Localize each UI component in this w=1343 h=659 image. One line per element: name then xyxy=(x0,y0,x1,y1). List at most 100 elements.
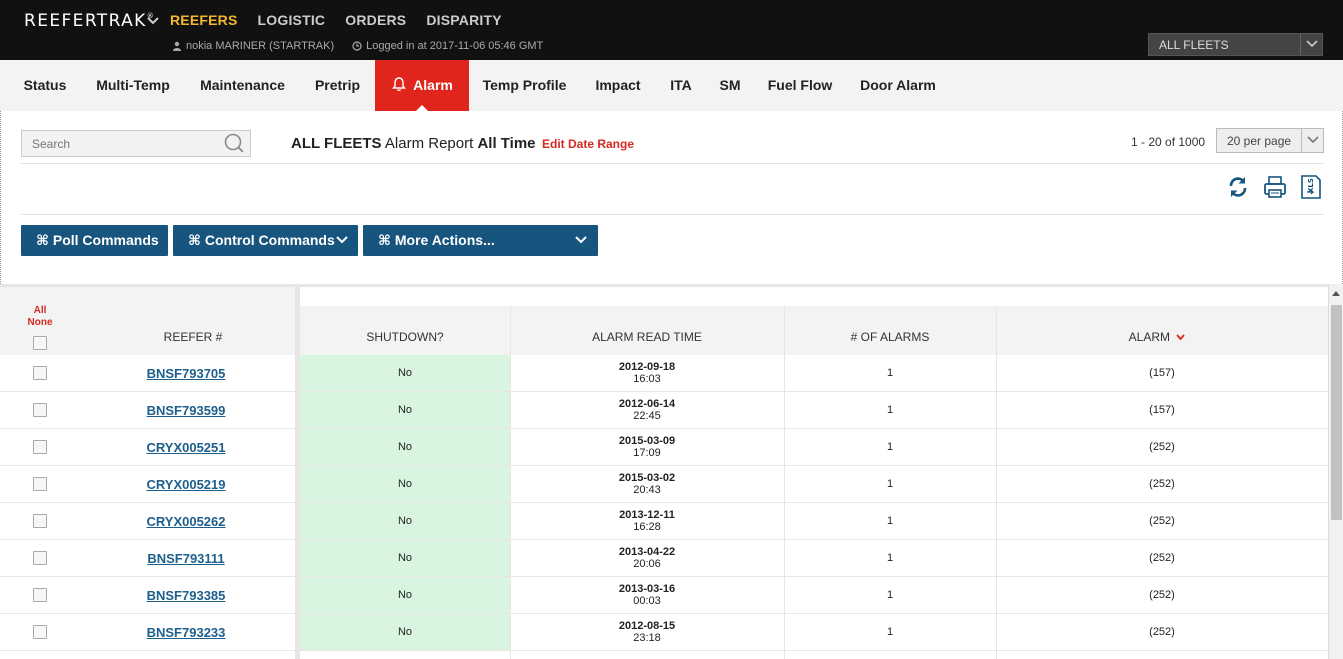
row-divider xyxy=(0,539,1328,540)
topnav-reefers[interactable]: REEFERS xyxy=(170,12,238,28)
edit-date-range-link[interactable]: Edit Date Range xyxy=(542,137,634,151)
alarm-read-clock: 00:03 xyxy=(633,595,661,607)
alarm-read-time: 2015-03-02 20:43 xyxy=(510,472,784,496)
tab-pretrip[interactable]: Pretrip xyxy=(305,60,370,111)
header-shutdown[interactable]: SHUTDOWN? xyxy=(300,330,510,344)
alarm-read-time: 2013-12-11 16:28 xyxy=(510,509,784,533)
alarm-read-clock: 16:28 xyxy=(633,521,661,533)
row-checkbox[interactable] xyxy=(33,440,47,454)
reefer-link[interactable]: CRYX005251 xyxy=(136,440,236,455)
alarm-count: 1 xyxy=(886,404,894,416)
alarm-code: (157) xyxy=(1149,367,1175,379)
scrollbar-thumb[interactable] xyxy=(1331,305,1342,520)
row-checkbox[interactable] xyxy=(33,403,47,417)
topnav-disparity[interactable]: DISPARITY xyxy=(426,12,501,28)
tab-alarm[interactable]: Alarm xyxy=(375,60,469,111)
tab-sm[interactable]: SM xyxy=(713,60,747,111)
tab-door-alarm[interactable]: Door Alarm xyxy=(852,60,944,111)
divider xyxy=(21,163,1324,164)
alarm-code: (252) xyxy=(1149,515,1175,527)
row-checkbox[interactable] xyxy=(33,366,47,380)
search-input[interactable] xyxy=(21,130,251,157)
xls-export-icon[interactable]: XLS xyxy=(1299,174,1323,200)
reefer-link[interactable]: BNSF793385 xyxy=(136,588,236,603)
tab-label: Multi-Temp xyxy=(96,77,170,93)
user-name: nokia MARINER (STARTRAK) xyxy=(186,40,335,52)
alarm-read-date: 2013-12-11 xyxy=(619,509,675,521)
tab-bar: Status Multi-Temp Maintenance Pretrip Al… xyxy=(0,60,1343,111)
select-all-link[interactable]: All xyxy=(24,305,56,317)
alarm-read-time: 2012-06-14 22:45 xyxy=(510,398,784,422)
alarm-count: 1 xyxy=(886,552,894,564)
select-none-link[interactable]: None xyxy=(24,317,56,329)
control-commands-label: ⌘ Control Commands xyxy=(188,232,335,248)
tab-multi-temp[interactable]: Multi-Temp xyxy=(86,60,180,111)
tab-label: Door Alarm xyxy=(860,77,936,93)
reefer-link[interactable]: BNSF793111 xyxy=(136,551,236,566)
tab-ita[interactable]: ITA xyxy=(663,60,699,111)
topnav-orders[interactable]: ORDERS xyxy=(345,12,406,28)
control-commands-button[interactable]: ⌘ Control Commands xyxy=(173,225,358,256)
row-checkbox[interactable] xyxy=(33,588,47,602)
alarm-read-clock: 20:06 xyxy=(633,558,661,570)
tab-fuel-flow[interactable]: Fuel Flow xyxy=(762,60,838,111)
vertical-scrollbar[interactable] xyxy=(1328,284,1343,659)
row-checkbox[interactable] xyxy=(33,551,47,565)
login-time: Logged in at 2017-11-06 05:46 GMT xyxy=(366,40,544,52)
fleet-select[interactable]: ALL FLEETS xyxy=(1148,33,1323,56)
alarm-code: (252) xyxy=(1149,441,1175,453)
tab-label: Pretrip xyxy=(314,77,361,93)
select-all-checkbox[interactable] xyxy=(33,336,47,350)
alarm-read-date: 2012-08-15 xyxy=(618,620,676,632)
tab-impact[interactable]: Impact xyxy=(587,60,649,111)
chevron-down-icon xyxy=(575,236,587,244)
tab-label: Alarm xyxy=(413,77,453,93)
tab-label: SM xyxy=(719,77,741,93)
row-divider xyxy=(0,502,1328,503)
alarm-read-date: 2012-06-14 xyxy=(618,398,676,410)
reefer-link[interactable]: BNSF793599 xyxy=(136,403,236,418)
header-alarm-read-time[interactable]: ALARM READ TIME xyxy=(510,330,784,344)
reefer-link[interactable]: CRYX005219 xyxy=(136,477,236,492)
pagination-text: 1 - 20 of 1000 xyxy=(1131,135,1206,149)
brand-chevron-down-icon[interactable] xyxy=(146,14,160,28)
tab-status[interactable]: Status xyxy=(16,60,74,111)
header-num-alarms[interactable]: # OF ALARMS xyxy=(784,330,996,344)
tab-temp-profile[interactable]: Temp Profile xyxy=(476,60,573,111)
row-checkbox[interactable] xyxy=(33,477,47,491)
reefer-link[interactable]: BNSF793233 xyxy=(136,625,236,640)
topnav-logistic[interactable]: LOGISTIC xyxy=(258,12,326,28)
tab-label: ITA xyxy=(670,77,692,93)
tab-maintenance[interactable]: Maintenance xyxy=(190,60,295,111)
alarm-code: (157) xyxy=(1149,404,1175,416)
row-checkbox[interactable] xyxy=(33,625,47,639)
row-divider xyxy=(0,465,1328,466)
row-divider xyxy=(0,391,1328,392)
report-fleet: ALL FLEETS xyxy=(291,135,382,152)
alarm-code: (252) xyxy=(1149,589,1175,601)
per-page-caret xyxy=(1301,129,1323,152)
reefer-link[interactable]: BNSF793705 xyxy=(136,366,236,381)
more-actions-button[interactable]: ⌘ More Actions... xyxy=(363,225,598,256)
tab-label: Impact xyxy=(595,77,641,93)
refresh-icon[interactable] xyxy=(1226,174,1250,200)
poll-commands-button[interactable]: ⌘ Poll Commands xyxy=(21,225,168,256)
alarm-code: (252) xyxy=(1149,478,1175,490)
select-all-none: All None xyxy=(24,305,56,329)
header-reefer[interactable]: REEFER # xyxy=(143,330,243,344)
brand-logo[interactable]: REEFERTRAK® xyxy=(24,11,155,31)
per-page-select[interactable]: 20 per page xyxy=(1216,128,1324,153)
tab-label: Status xyxy=(23,77,67,93)
scroll-up-arrow-icon[interactable] xyxy=(1332,290,1340,296)
search-icon[interactable] xyxy=(223,132,245,154)
shutdown-value: No xyxy=(397,441,413,453)
header-alarm-label: ALARM xyxy=(1128,330,1170,344)
header-alarm[interactable]: ALARM xyxy=(1127,330,1187,344)
shutdown-value: No xyxy=(397,404,413,416)
row-checkbox[interactable] xyxy=(33,514,47,528)
print-icon[interactable] xyxy=(1263,174,1287,200)
reefer-link[interactable]: CRYX005262 xyxy=(136,514,236,529)
alarm-read-date: 2013-03-16 xyxy=(618,583,676,595)
shutdown-value: No xyxy=(397,552,413,564)
report-range: All Time xyxy=(477,135,536,152)
